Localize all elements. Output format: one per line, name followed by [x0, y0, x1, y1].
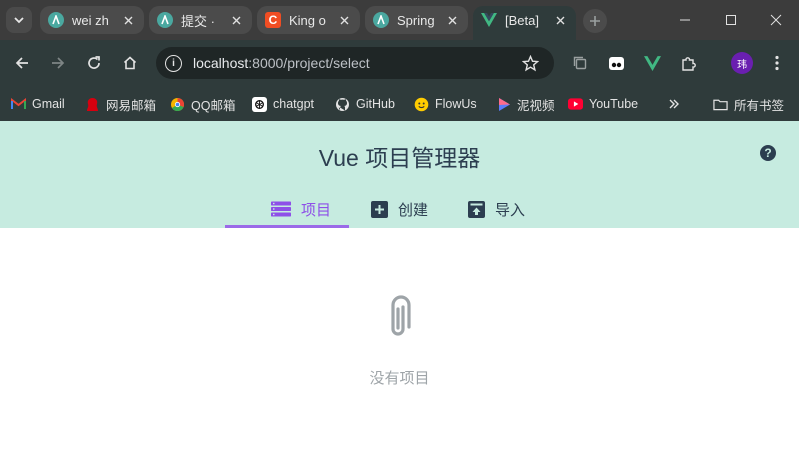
tab-label: 创建 — [398, 201, 429, 219]
close-icon[interactable] — [552, 12, 568, 28]
reload-button[interactable] — [82, 51, 106, 75]
extension-copy-icon[interactable] — [569, 52, 591, 74]
bookmark-star-icon[interactable] — [521, 54, 539, 72]
tab-search-button[interactable] — [6, 7, 32, 33]
browser-tab-5-active[interactable]: [Beta] — [473, 6, 576, 40]
close-icon — [770, 14, 782, 26]
site-info-icon[interactable]: i — [165, 55, 182, 72]
url-host: localhost — [193, 55, 249, 71]
youtube-icon — [568, 97, 583, 112]
window-close-button[interactable] — [753, 0, 799, 40]
circle-a-icon — [48, 12, 64, 28]
plus-icon — [590, 16, 600, 26]
close-icon[interactable] — [336, 12, 352, 28]
paperclip-icon — [391, 295, 411, 336]
app-header: Vue 项目管理器 ? 项目 创建 导入 — [0, 121, 799, 228]
tab-projects[interactable]: 项目 — [271, 191, 331, 227]
all-bookmarks-folder[interactable]: 所有书签 — [713, 94, 784, 114]
maximize-icon — [726, 15, 736, 25]
tab-import[interactable]: 导入 — [468, 191, 525, 227]
extensions-puzzle-icon[interactable] — [677, 52, 699, 74]
tab-title: [Beta] — [505, 12, 539, 28]
empty-message: 没有项目 — [369, 370, 430, 387]
address-url: localhost:8000/project/select — [193, 55, 370, 71]
minimize-icon — [680, 19, 690, 21]
tab-label: 导入 — [495, 201, 526, 219]
page-title: Vue 项目管理器 — [318, 145, 481, 171]
arrow-left-icon — [15, 57, 28, 69]
qq-mail-icon — [170, 97, 185, 112]
help-icon[interactable]: ? — [760, 145, 776, 161]
gmail-icon — [11, 97, 26, 112]
browser-tab-4[interactable]: Spring — [365, 6, 468, 34]
bookmark-label: 网易邮箱 — [106, 98, 157, 113]
maximize-button[interactable] — [708, 0, 754, 40]
tab-title: Spring — [397, 12, 435, 28]
browser-tab-2[interactable]: 提交 · — [149, 6, 252, 34]
tab-title: 提交 · — [181, 13, 215, 29]
close-icon[interactable] — [120, 12, 136, 28]
browser-tab-1[interactable]: wei zh — [40, 6, 144, 34]
url-path: :8000/project/select — [248, 55, 370, 71]
plus-box-icon — [371, 200, 388, 218]
bookmark-label: FlowUs — [435, 97, 477, 111]
arrow-right-icon — [52, 57, 65, 69]
bookmark-github[interactable]: GitHub — [335, 94, 395, 114]
github-icon — [335, 97, 350, 112]
bookmarks-overflow-button[interactable] — [666, 94, 681, 114]
folder-icon — [713, 97, 728, 112]
bookmark-youtube[interactable]: YouTube — [568, 94, 638, 114]
flowus-icon — [414, 97, 429, 112]
bookmark-label: chatgpt — [273, 97, 315, 111]
reload-icon — [88, 56, 100, 69]
back-button[interactable] — [10, 51, 34, 75]
address-bar[interactable]: i localhost:8000/project/select — [156, 47, 554, 79]
forward-button[interactable] — [46, 51, 70, 75]
tab-title: King o — [289, 12, 326, 28]
tab-create[interactable]: 创建 — [371, 191, 428, 227]
tab-label: 项目 — [301, 201, 332, 219]
extension-eyes-icon[interactable] — [605, 52, 627, 74]
minimize-button[interactable] — [662, 0, 708, 40]
bookmark-label: 所有书签 — [734, 98, 785, 113]
home-button[interactable] — [118, 51, 142, 75]
c-logo-icon: C — [265, 12, 281, 28]
bookmarks-bar: Gmail 网易邮箱 QQ邮箱 chatgpt GitHub FlowUs 泥视… — [0, 86, 799, 121]
bookmark-label: GitHub — [356, 97, 395, 111]
bookmark-label: Gmail — [32, 97, 65, 111]
chatgpt-icon — [252, 96, 267, 112]
bookmark-gmail[interactable]: Gmail — [11, 94, 65, 114]
bookmark-video[interactable]: 泥视频 — [496, 94, 555, 114]
project-list-empty-state: 没有项目 — [0, 228, 799, 451]
browser-menu-icon[interactable] — [766, 52, 788, 74]
extension-vue-devtools-icon[interactable] — [641, 52, 663, 74]
bookmark-chatgpt[interactable]: chatgpt — [252, 94, 314, 114]
bookmark-qq-mail[interactable]: QQ邮箱 — [170, 94, 235, 114]
netease-icon — [85, 97, 100, 112]
bookmark-netease[interactable]: 网易邮箱 — [85, 94, 156, 114]
close-icon[interactable] — [228, 12, 244, 28]
bookmark-label: YouTube — [589, 97, 639, 111]
bookmark-label: QQ邮箱 — [191, 98, 236, 113]
tab-title: wei zh — [72, 12, 109, 28]
circle-a-icon — [373, 12, 389, 28]
play-icon — [496, 97, 511, 112]
list-icon — [271, 201, 291, 217]
new-tab-button[interactable] — [583, 9, 607, 33]
bookmark-flowus[interactable]: FlowUs — [414, 94, 477, 114]
browser-tab-strip: wei zh 提交 · C King o Spring [Beta] — [0, 0, 799, 40]
bookmark-label: 泥视频 — [517, 98, 555, 113]
browser-tab-3[interactable]: C King o — [257, 6, 360, 34]
close-icon[interactable] — [444, 12, 460, 28]
browser-toolbar: i localhost:8000/project/select 玮 — [0, 40, 799, 86]
chevron-down-icon — [14, 17, 24, 24]
profile-avatar[interactable]: 玮 — [731, 52, 753, 74]
upload-box-icon — [468, 200, 485, 218]
circle-a-icon — [157, 12, 173, 28]
home-icon — [123, 56, 137, 70]
vue-logo-icon — [481, 12, 497, 28]
chevron-double-right-icon — [666, 97, 681, 112]
